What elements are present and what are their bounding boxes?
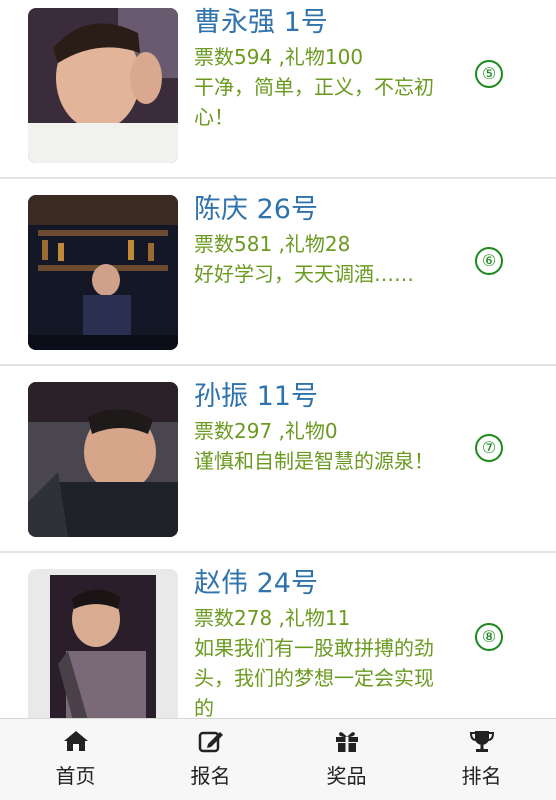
contestant-stats: 票数278 ,礼物11: [194, 606, 351, 630]
tab-prizes[interactable]: 奖品: [277, 719, 416, 800]
bar-scene-image: [28, 195, 178, 350]
portrait-image: [28, 8, 178, 163]
trophy-icon: [469, 731, 495, 752]
edit-icon: [198, 731, 223, 753]
contestant-item[interactable]: 陈庆 26号 票数581 ,礼物28 好好学习，天天调酒…… ⑥: [0, 179, 556, 366]
portrait-image: [28, 569, 178, 718]
tab-signup[interactable]: 报名: [141, 719, 280, 800]
bottom-tab-bar: 首页 报名 奖品 排名: [0, 718, 556, 800]
tab-ranking-label: 排名: [461, 764, 502, 788]
contestant-name[interactable]: 孙振 11号: [194, 380, 444, 414]
tab-home[interactable]: 首页: [6, 719, 145, 800]
contestant-name[interactable]: 曹永强 1号: [194, 6, 444, 40]
contestant-stats: 票数581 ,礼物28: [194, 232, 351, 256]
contestant-name[interactable]: 赵伟 24号: [194, 567, 444, 601]
rank-badge: ⑥: [475, 247, 503, 275]
rank-badge: ⑧: [475, 623, 503, 651]
tab-ranking[interactable]: 排名: [412, 719, 551, 800]
portrait-image: [28, 382, 178, 537]
tab-signup-label: 报名: [190, 764, 231, 788]
contestant-photo[interactable]: [28, 382, 178, 537]
contestant-motto: 如果我们有一股敢拼搏的劲头，我们的梦想一定会实现的: [194, 636, 434, 718]
contestant-name[interactable]: 陈庆 26号: [194, 193, 444, 227]
tab-prizes-label: 奖品: [326, 764, 367, 788]
tab-home-label: 首页: [55, 764, 96, 788]
contestant-photo[interactable]: [28, 195, 178, 350]
contestant-list: 曹永强 1号 票数594 ,礼物100 干净，简单，正义，不忘初心！ ⑤ 陈庆 …: [0, 0, 556, 718]
contestant-photo[interactable]: [28, 8, 178, 163]
contestant-item[interactable]: 孙振 11号 票数297 ,礼物0 谨慎和自制是智慧的源泉！ ⑦: [0, 366, 556, 553]
contestant-photo[interactable]: [28, 569, 178, 718]
contestant-stats: 票数594 ,礼物100: [194, 45, 364, 69]
gift-icon: [336, 732, 358, 752]
contestant-motto: 谨慎和自制是智慧的源泉！: [194, 449, 434, 473]
contestant-motto: 好好学习，天天调酒……: [194, 262, 414, 286]
home-icon: [64, 731, 88, 751]
contestant-motto: 干净，简单，正义，不忘初心！: [194, 75, 434, 129]
contestant-item[interactable]: 赵伟 24号 票数278 ,礼物11 如果我们有一股敢拼搏的劲头，我们的梦想一定…: [0, 553, 556, 718]
rank-badge: ⑦: [475, 434, 503, 462]
rank-badge: ⑤: [475, 60, 503, 88]
contestant-stats: 票数297 ,礼物0: [194, 419, 338, 443]
contestant-item[interactable]: 曹永强 1号 票数594 ,礼物100 干净，简单，正义，不忘初心！ ⑤: [0, 0, 556, 179]
